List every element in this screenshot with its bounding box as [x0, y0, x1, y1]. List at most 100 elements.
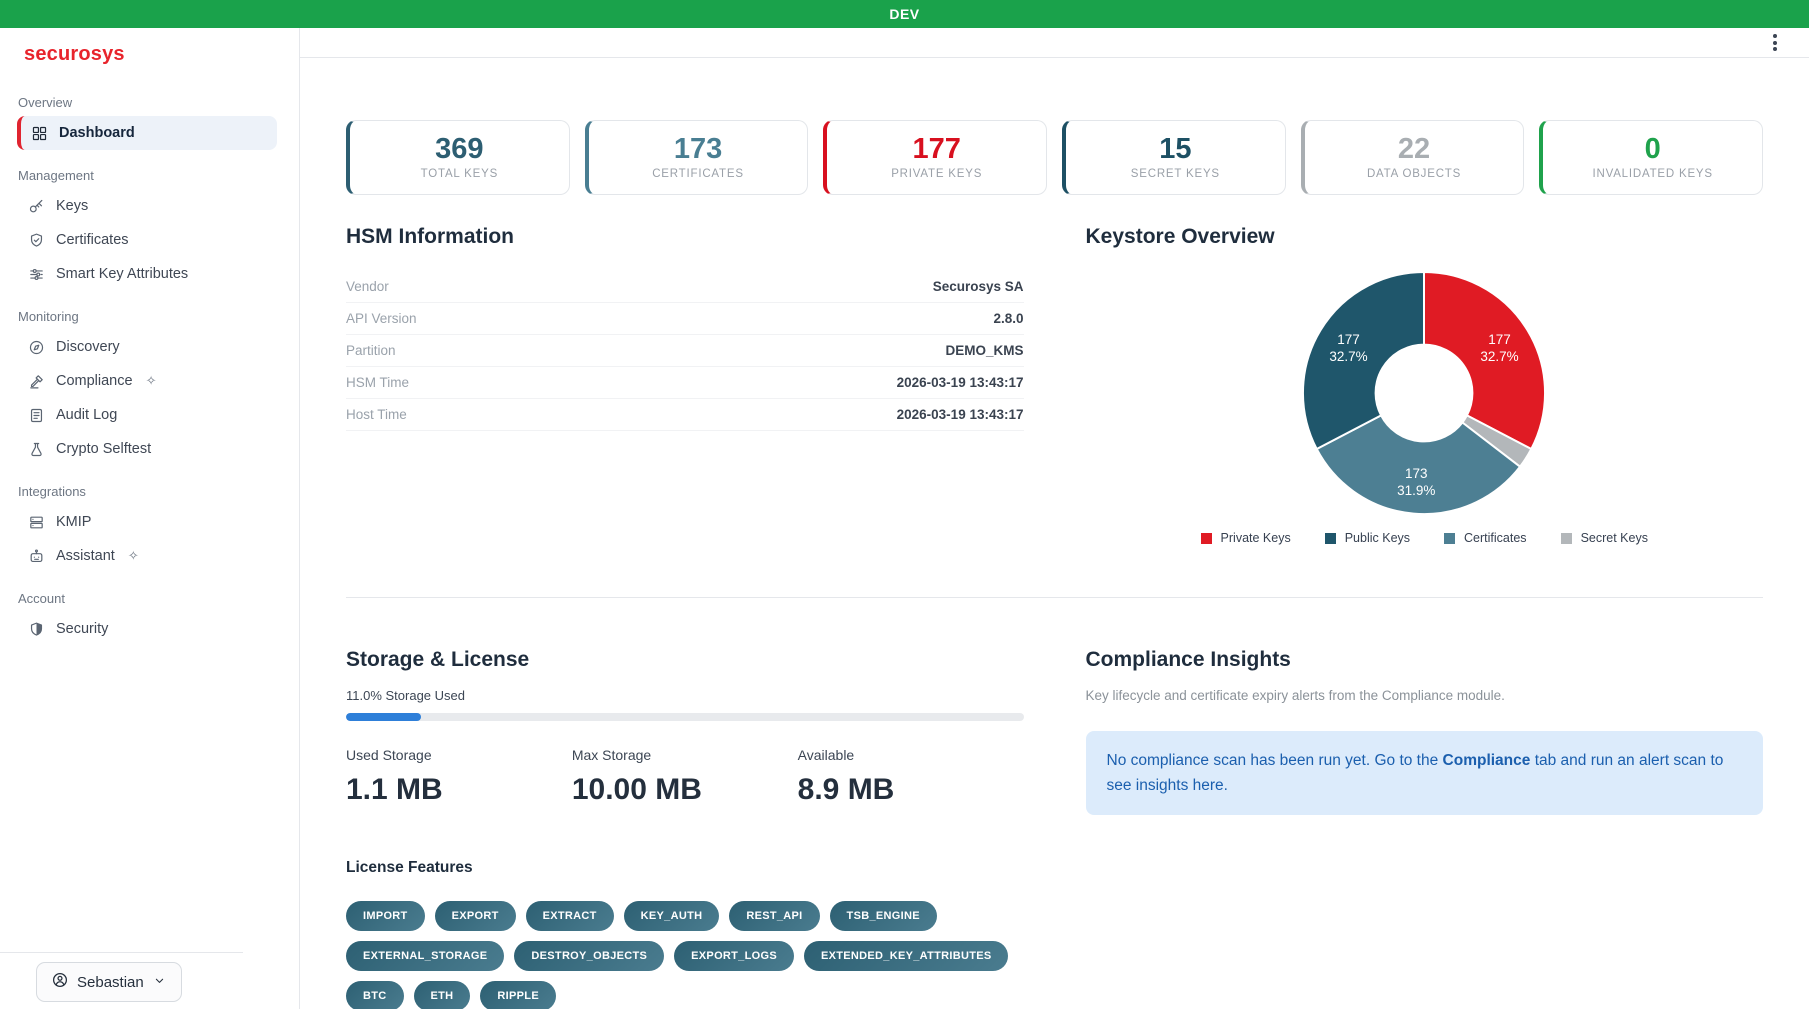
sidebar-item-security[interactable]: Security — [0, 612, 299, 646]
sidebar-item-certificates[interactable]: Certificates — [0, 223, 299, 257]
hsm-row-vendor: VendorSecurosys SA — [346, 271, 1024, 303]
nav-section-account: Account Security — [0, 591, 299, 646]
storage-progress-fill — [346, 713, 421, 721]
sidebar-item-discovery[interactable]: Discovery — [0, 330, 299, 364]
legend-item-private-keys[interactable]: Private Keys — [1201, 531, 1291, 545]
hsm-row-host-time: Host Time 2026-03-19 13:43:17 — [346, 399, 1024, 431]
stat-label: CERTIFICATES — [652, 168, 744, 180]
sidebar-item-label: Dashboard — [59, 125, 135, 141]
stat-label: PRIVATE KEYS — [891, 168, 982, 180]
nav-section-integrations: IntegrationsKMIPAssistant✧ — [0, 484, 299, 573]
sidebar-item-assistant[interactable]: Assistant ✧ — [0, 539, 299, 573]
stat-label: INVALIDATED KEYS — [1593, 168, 1713, 180]
hsm-row-partition: PartitionDEMO_KMS — [346, 335, 1024, 367]
sparkle-icon: ✧ — [128, 548, 139, 564]
sidebar-item-keys[interactable]: Keys — [0, 189, 299, 223]
stat-value: 0 — [1645, 135, 1661, 164]
sidebar-item-compliance[interactable]: Compliance✧ — [0, 364, 299, 398]
keystore-donut-chart: 17732.7%17331.9%17732.7% — [1086, 271, 1764, 515]
sidebar-item-crypto-selftest[interactable]: Crypto Selftest — [0, 432, 299, 466]
key-icon — [28, 198, 45, 215]
feature-badge-export: EXPORT — [435, 901, 516, 931]
nav-section-title: Overview — [0, 95, 299, 116]
sidebar-item-label: Crypto Selftest — [56, 441, 151, 457]
keystore-title: Keystore Overview — [1086, 225, 1764, 249]
feature-badge-export_logs: EXPORT_LOGS — [674, 941, 794, 971]
user-menu-button[interactable]: Sebastian — [36, 962, 182, 1002]
feature-badge-tsb_engine: TSB_ENGINE — [830, 901, 937, 931]
stat-card-total-keys: 369TOTAL KEYS — [346, 120, 570, 195]
certificate-icon — [28, 232, 45, 249]
sidebar-item-audit-log[interactable]: Audit Log — [0, 398, 299, 432]
legend-label: Private Keys — [1221, 531, 1291, 545]
server-icon — [28, 514, 45, 531]
storage-stat-label: Used Storage — [346, 747, 572, 763]
lower-grid: Storage & License 11.0% Storage Used Use… — [346, 648, 1763, 1009]
dashboard-content: 369TOTAL KEYS173CERTIFICATES177PRIVATE K… — [300, 58, 1809, 1009]
storage-stats: Used Storage 1.1 MBMax Storage 10.00 MBAva… — [346, 747, 1024, 807]
feature-badge-extract: EXTRACT — [526, 901, 614, 931]
sidebar-item-label: Security — [56, 621, 108, 637]
feature-badge-external_storage: EXTERNAL_STORAGE — [346, 941, 504, 971]
hsm-panel: HSM Information VendorSecurosys SAAPI Ve… — [346, 225, 1024, 545]
sidebar-item-label: Audit Log — [56, 407, 117, 423]
storage-progress-bar — [346, 713, 1024, 721]
legend-item-public-keys[interactable]: Public Keys — [1325, 531, 1410, 545]
hsm-row-hsm-time: HSM Time2026-03-19 13:43:17 — [346, 367, 1024, 399]
sidebar: securosys OverviewDashboardManagementKey… — [0, 28, 300, 1009]
storage-stat-value: 10.00 MB — [572, 773, 798, 807]
compliance-alert-text: No compliance scan has been run yet. Go … — [1107, 752, 1443, 769]
robot-icon — [28, 548, 45, 565]
stat-value: 22 — [1398, 135, 1430, 164]
legend-item-certificates[interactable]: Certificates — [1444, 531, 1527, 545]
hsm-row-api-version: API Version2.8.0 — [346, 303, 1024, 335]
compliance-subtitle: Key lifecycle and certificate expiry ale… — [1086, 688, 1764, 703]
compass-icon — [28, 339, 45, 356]
legend-swatch — [1201, 533, 1212, 544]
compliance-tab-link[interactable]: Compliance — [1443, 752, 1531, 769]
feature-badge-destroy_objects: DESTROY_OBJECTS — [514, 941, 664, 971]
storage-title: Storage & License — [346, 648, 1024, 672]
feature-badge-ripple: RIPPLE — [480, 981, 556, 1009]
kebab-menu-button[interactable] — [1767, 28, 1783, 57]
nav-section-overview: Overview Dashboard — [0, 95, 299, 150]
sidebar-item-smart-key-attributes[interactable]: Smart Key Attributes — [0, 257, 299, 291]
sidebar-item-label: Discovery — [56, 339, 120, 355]
document-icon — [28, 407, 45, 424]
stat-value: 369 — [435, 135, 483, 164]
nav-section-monitoring: Monitoring Discovery Compliance✧ Audit Log C… — [0, 309, 299, 466]
stats-row: 369TOTAL KEYS173CERTIFICATES177PRIVATE K… — [346, 120, 1763, 195]
stat-value: 177 — [912, 135, 960, 164]
hsm-row-label: Vendor — [346, 279, 389, 294]
topbar — [300, 28, 1809, 58]
hsm-row-label: Partition — [346, 343, 396, 358]
sidebar-item-label: Smart Key Attributes — [56, 266, 188, 282]
hsm-row-label: Host Time — [346, 407, 407, 422]
legend-item-secret-keys[interactable]: Secret Keys — [1561, 531, 1648, 545]
chart-legend: Private Keys Public Keys Certificates Secre… — [1086, 531, 1764, 545]
hsm-row-value: 2.8.0 — [993, 311, 1023, 326]
feature-badge-extended_key_attributes: EXTENDED_KEY_ATTRIBUTES — [804, 941, 1009, 971]
sidebar-nav: OverviewDashboardManagementKeysCertifica… — [0, 83, 299, 646]
sidebar-item-kmip[interactable]: KMIP — [0, 505, 299, 539]
flask-icon — [28, 441, 45, 458]
feature-badge-btc: BTC — [346, 981, 404, 1009]
sidebar-footer-divider — [0, 952, 243, 953]
user-name: Sebastian — [77, 974, 144, 991]
stat-label: DATA OBJECTS — [1367, 168, 1461, 180]
hsm-row-value: 2026-03-19 13:43:17 — [897, 407, 1024, 422]
chevron-down-icon — [152, 973, 167, 992]
keystore-panel: Keystore Overview 17732.7%17331.9%17732.… — [1086, 225, 1764, 545]
nav-section-title: Account — [0, 591, 299, 612]
nav-section-title: Monitoring — [0, 309, 299, 330]
storage-stat-label: Max Storage — [572, 747, 798, 763]
section-divider — [346, 597, 1763, 598]
sidebar-item-dashboard[interactable]: Dashboard — [17, 116, 277, 150]
dashboard-icon — [31, 125, 48, 142]
storage-stat-available: Available8.9 MB — [798, 747, 1024, 807]
app-logo: securosys — [0, 28, 299, 83]
storage-stat-value: 1.1 MB — [346, 773, 572, 807]
sidebar-item-label: Assistant — [56, 548, 115, 564]
legend-swatch — [1561, 533, 1572, 544]
env-banner: DEV — [0, 0, 1809, 28]
